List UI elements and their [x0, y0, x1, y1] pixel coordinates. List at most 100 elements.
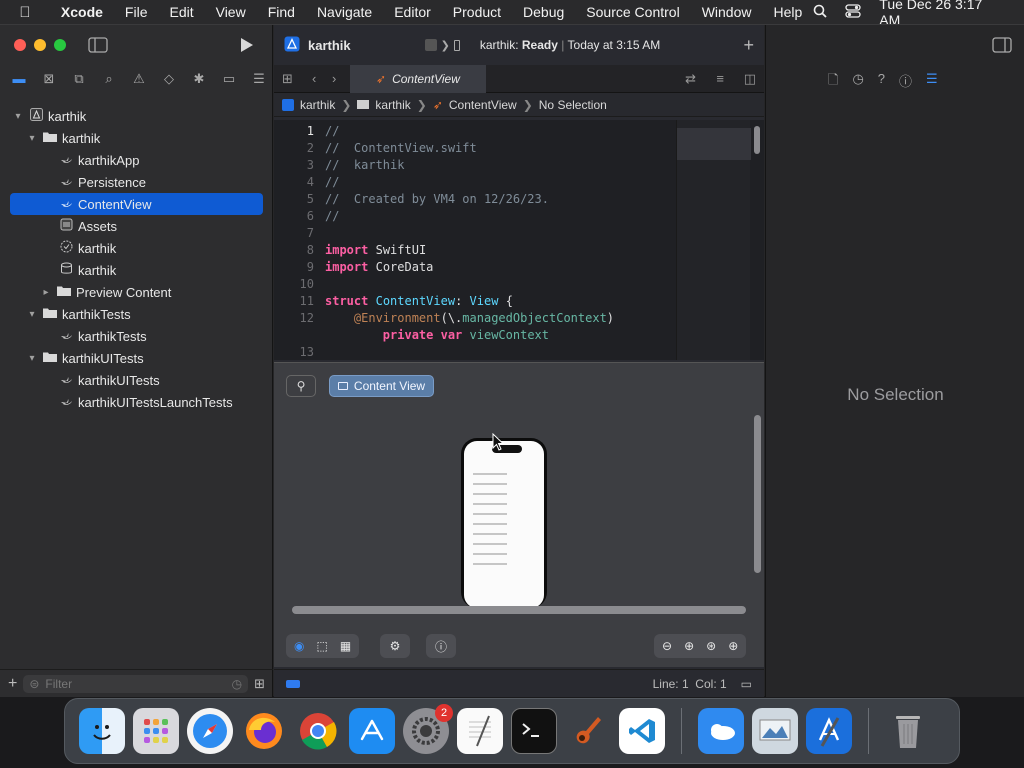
menu-product[interactable]: Product	[442, 4, 512, 20]
source-editor[interactable]: 1 2 3 4 5 6 7 8 9 10 11 12 13 // // Cont…	[274, 120, 764, 360]
debug-spray-icon[interactable]: ✱	[188, 71, 210, 87]
launchpad-icon[interactable]	[133, 708, 179, 754]
tab-contentview[interactable]: ➶ ContentView	[350, 64, 486, 93]
selectable-icon[interactable]: ⬚	[316, 639, 327, 653]
tree-row-file[interactable]: Assets	[0, 215, 273, 237]
preview-vertical-scrollbar[interactable]	[754, 415, 761, 573]
weather-icon[interactable]	[698, 708, 744, 754]
iphone-preview[interactable]	[461, 438, 547, 608]
tree-row-file[interactable]: karthik	[0, 259, 273, 281]
related-items-icon[interactable]: ⇄	[685, 71, 696, 87]
warning-icon[interactable]: ⚠	[128, 71, 150, 87]
device-chooser-button[interactable]: ⓘ	[426, 634, 456, 658]
editor-options-icon[interactable]: ≡	[716, 71, 724, 86]
tree-row-file[interactable]: Persistence	[0, 171, 273, 193]
breakpoint-icon[interactable]: ▭	[218, 71, 240, 87]
menu-edit[interactable]: Edit	[158, 4, 204, 20]
firefox-icon[interactable]	[241, 708, 287, 754]
menu-source-control[interactable]: Source Control	[575, 4, 690, 20]
tree-row-file[interactable]: karthik	[0, 237, 273, 259]
control-center-icon[interactable]	[845, 3, 861, 21]
filter-input[interactable]: ⊜ Filter ◷	[23, 674, 249, 693]
add-file-button[interactable]: +	[8, 675, 17, 693]
recent-files-icon[interactable]: ◷	[232, 677, 242, 691]
zoom-in-icon[interactable]: ⊕	[728, 639, 738, 653]
jump-crumb[interactable]: ContentView	[449, 98, 517, 112]
pin-preview-button[interactable]: ⚲	[286, 375, 316, 397]
apple-menu-icon[interactable]: 	[0, 4, 50, 21]
find-icon[interactable]: ⌕	[98, 71, 120, 87]
split-editor-icon[interactable]: ◫	[744, 71, 756, 87]
help-inspector-icon[interactable]: ?	[878, 71, 885, 93]
tree-row-file[interactable]: karthikTests	[0, 325, 273, 347]
menu-editor[interactable]: Editor	[383, 4, 442, 20]
zoom-fit-icon[interactable]: ⊛	[706, 639, 716, 653]
finder-icon[interactable]	[79, 708, 125, 754]
vscode-icon[interactable]	[619, 708, 665, 754]
tree-row-file[interactable]: karthikUITests	[0, 369, 273, 391]
minimap-toggle-icon[interactable]: ▭	[741, 677, 752, 691]
file-inspector-icon[interactable]: 🗋	[828, 71, 838, 93]
tree-row-group[interactable]: ▸ Preview Content	[0, 281, 273, 303]
project-name[interactable]: karthik	[308, 38, 351, 53]
filter-options-icon[interactable]: ⊜	[29, 677, 39, 691]
sidebar-toggle-icon[interactable]	[88, 37, 108, 56]
disclosure-open-icon[interactable]: ▾	[12, 111, 24, 122]
window-close-button[interactable]	[14, 39, 26, 51]
disclosure-open-icon[interactable]: ▾	[26, 353, 38, 364]
menu-file[interactable]: File	[114, 4, 159, 20]
code-minimap[interactable]	[676, 120, 751, 360]
safari-icon[interactable]	[187, 708, 233, 754]
tree-row-file[interactable]: karthikUITestsLaunchTests	[0, 391, 273, 413]
tree-row-group[interactable]: ▾ karthik	[0, 127, 273, 149]
menu-view[interactable]: View	[205, 4, 257, 20]
add-library-button[interactable]: +	[743, 35, 754, 56]
window-minimize-button[interactable]	[34, 39, 46, 51]
forward-arrow-icon[interactable]: ›	[332, 71, 336, 86]
menu-navigate[interactable]: Navigate	[306, 4, 383, 20]
menu-app-name[interactable]: Xcode	[50, 4, 114, 20]
chrome-icon[interactable]	[295, 708, 341, 754]
preview-app-icon[interactable]	[752, 708, 798, 754]
jump-crumb[interactable]: No Selection	[539, 98, 607, 112]
inspector-toggle-icon[interactable]	[992, 37, 1012, 56]
content-view-preview-button[interactable]: Content View	[329, 375, 434, 397]
folder-icon[interactable]: ▬	[8, 71, 30, 87]
live-preview-icon[interactable]: ◉	[294, 639, 304, 653]
tree-row-project[interactable]: ▾ karthik	[0, 105, 273, 127]
menu-window[interactable]: Window	[691, 4, 763, 20]
spotlight-search-icon[interactable]	[813, 4, 827, 21]
menu-debug[interactable]: Debug	[512, 4, 575, 20]
scm-filter-icon[interactable]: ⊞	[254, 676, 265, 692]
run-button[interactable]	[238, 37, 254, 56]
garageband-icon[interactable]	[565, 708, 611, 754]
tree-row-group[interactable]: ▾ karthikUITests	[0, 347, 273, 369]
preview-horizontal-scrollbar[interactable]	[292, 606, 746, 614]
source-control-icon[interactable]: ⊠	[38, 71, 60, 87]
disclosure-open-icon[interactable]: ▾	[26, 133, 38, 144]
hierarchy-icon[interactable]: ⧉	[68, 71, 90, 87]
xcode-icon[interactable]	[806, 708, 852, 754]
trash-icon[interactable]	[885, 708, 931, 754]
history-inspector-icon[interactable]: ◷	[852, 71, 863, 93]
grid-icon[interactable]: ⊞	[282, 71, 293, 87]
accessibility-inspector-icon[interactable]: ⓘ	[899, 71, 912, 93]
editor-scrollbar[interactable]	[754, 126, 760, 154]
report-icon[interactable]: ☰	[248, 71, 270, 87]
back-arrow-icon[interactable]: ‹	[312, 71, 316, 86]
tree-row-group[interactable]: ▾ karthikTests	[0, 303, 273, 325]
zoom-out-icon[interactable]: ⊖	[662, 639, 672, 653]
textedit-icon[interactable]	[457, 708, 503, 754]
disclosure-closed-icon[interactable]: ▸	[40, 287, 52, 298]
debug-area-toggle-icon[interactable]	[286, 679, 300, 688]
app-store-icon[interactable]	[349, 708, 395, 754]
jump-crumb[interactable]: karthik	[300, 98, 335, 112]
disclosure-open-icon[interactable]: ▾	[26, 309, 38, 320]
attributes-inspector-icon[interactable]: ☰	[926, 71, 938, 93]
menu-find[interactable]: Find	[257, 4, 306, 20]
zoom-actual-icon[interactable]: ⊕	[684, 639, 694, 653]
variants-icon[interactable]: ▦	[340, 639, 351, 653]
menu-help[interactable]: Help	[762, 4, 813, 20]
device-settings-button[interactable]: ⚙	[380, 634, 410, 658]
system-settings-icon[interactable]: 2	[403, 704, 453, 754]
